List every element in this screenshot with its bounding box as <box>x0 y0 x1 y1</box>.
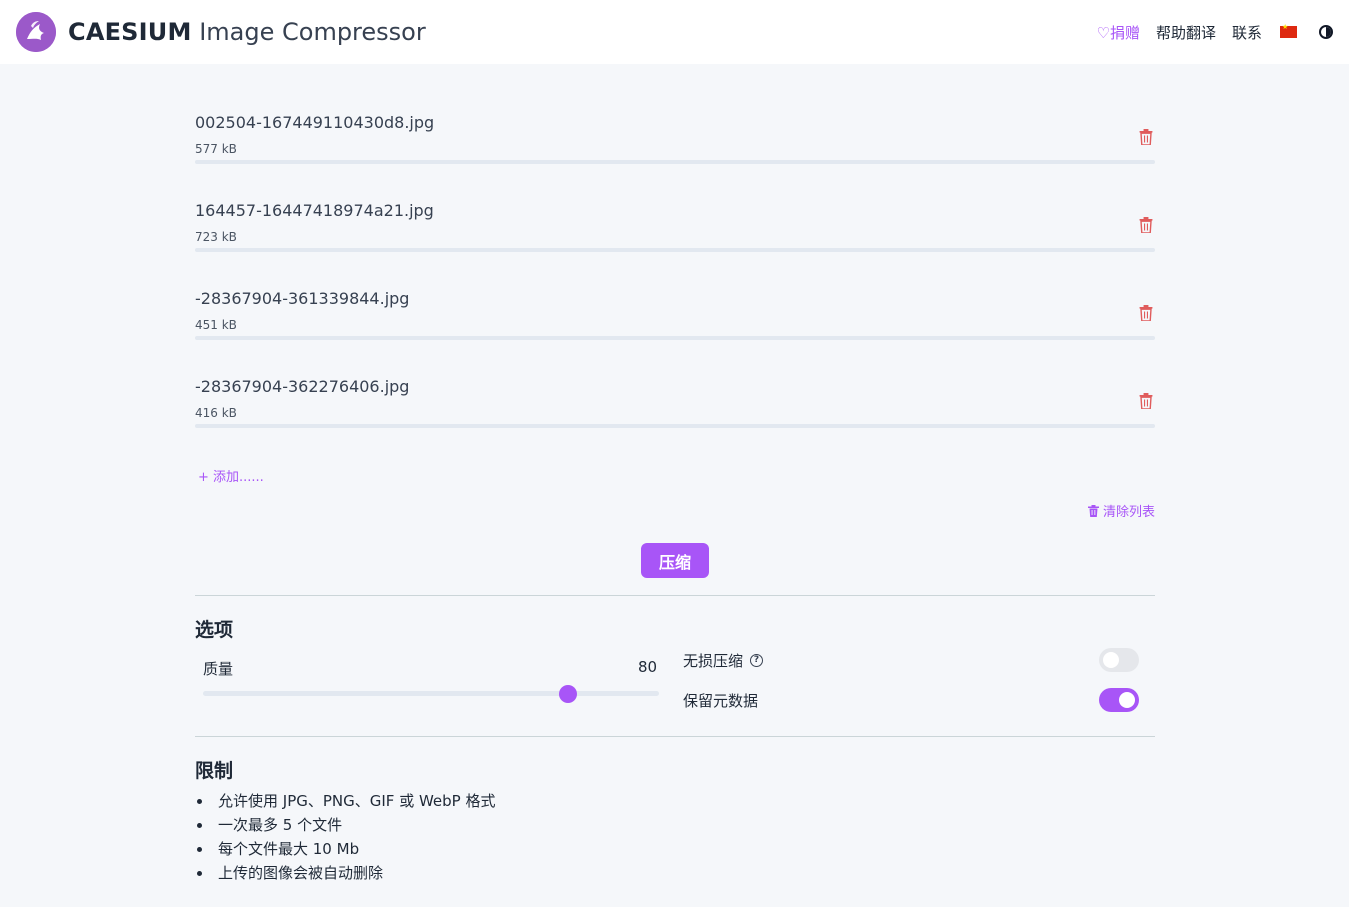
keep-metadata-toggle[interactable] <box>1099 688 1139 712</box>
top-nav: ♡捐赠 帮助翻译 联系 <box>1097 20 1333 44</box>
delete-file-icon[interactable] <box>1139 217 1153 233</box>
limits-title: 限制 <box>195 760 234 782</box>
keep-metadata-label: 保留元数据 <box>683 692 759 710</box>
contact-link[interactable]: 联系 <box>1232 22 1262 43</box>
file-row: -28367904-362276406.jpg 416 kB <box>195 377 1155 447</box>
clear-list-link[interactable]: 清除列表 <box>1087 501 1155 520</box>
file-row: 002504-167449110430d8.jpg 577 kB <box>195 113 1155 183</box>
file-progress-bar <box>195 336 1155 340</box>
quality-value: 80 <box>638 658 658 676</box>
brand-rest: Image Compressor <box>191 18 426 46</box>
lossless-toggle[interactable] <box>1099 648 1139 672</box>
list-item: 允许使用 JPG、PNG、GIF 或 WebP 格式 <box>195 789 495 813</box>
limits-list: 允许使用 JPG、PNG、GIF 或 WebP 格式 一次最多 5 个文件 每个… <box>195 789 495 885</box>
divider <box>195 736 1155 737</box>
file-row: -28367904-361339844.jpg 451 kB <box>195 289 1155 359</box>
list-item: 每个文件最大 10 Mb <box>195 837 495 861</box>
app-title[interactable]: CAESIUM Image Compressor <box>68 16 426 48</box>
caesium-logo-icon[interactable] <box>16 12 56 52</box>
delete-file-icon[interactable] <box>1139 129 1153 145</box>
file-name: -28367904-361339844.jpg <box>195 289 410 308</box>
list-item: 上传的图像会被自动删除 <box>195 861 495 885</box>
lossless-label: 无损压缩 <box>683 652 744 670</box>
quality-slider-thumb[interactable] <box>558 685 577 703</box>
file-name: 164457-16447418974a21.jpg <box>195 201 434 220</box>
file-name: 002504-167449110430d8.jpg <box>195 113 435 132</box>
delete-file-icon[interactable] <box>1139 393 1153 409</box>
add-files-link[interactable]: + 添加...... <box>198 466 264 485</box>
quality-slider-track[interactable] <box>203 691 659 696</box>
divider <box>195 595 1155 596</box>
contrast-icon[interactable] <box>1319 25 1333 39</box>
options-title: 选项 <box>195 619 234 641</box>
compress-button[interactable]: 压缩 <box>641 543 709 578</box>
help-translate-link[interactable]: 帮助翻译 <box>1156 22 1216 43</box>
lossless-option: 无损压缩 ? <box>683 650 764 671</box>
brand-bold: CAESIUM <box>68 18 192 46</box>
keep-metadata-option: 保留元数据 <box>683 690 758 711</box>
file-size: 451 kB <box>195 318 237 332</box>
file-name: -28367904-362276406.jpg <box>195 377 410 396</box>
help-icon[interactable]: ? <box>750 654 764 667</box>
app-header: CAESIUM Image Compressor ♡捐赠 帮助翻译 联系 <box>0 0 1349 64</box>
file-progress-bar <box>195 160 1155 164</box>
china-flag-icon[interactable] <box>1280 23 1297 38</box>
file-size: 577 kB <box>195 142 237 156</box>
delete-file-icon[interactable] <box>1139 305 1153 321</box>
trash-icon <box>1087 504 1099 517</box>
file-progress-bar <box>195 424 1155 428</box>
toggle-knob <box>1119 692 1135 708</box>
clear-list-label: 清除列表 <box>1102 505 1155 520</box>
file-row: 164457-16447418974a21.jpg 723 kB <box>195 201 1155 271</box>
toggle-knob <box>1103 652 1119 668</box>
file-size: 723 kB <box>195 230 237 244</box>
list-item: 一次最多 5 个文件 <box>195 813 495 837</box>
donate-link[interactable]: ♡捐赠 <box>1097 22 1140 43</box>
file-progress-bar <box>195 248 1155 252</box>
quality-label: 质量 <box>203 660 234 678</box>
file-size: 416 kB <box>195 406 237 420</box>
